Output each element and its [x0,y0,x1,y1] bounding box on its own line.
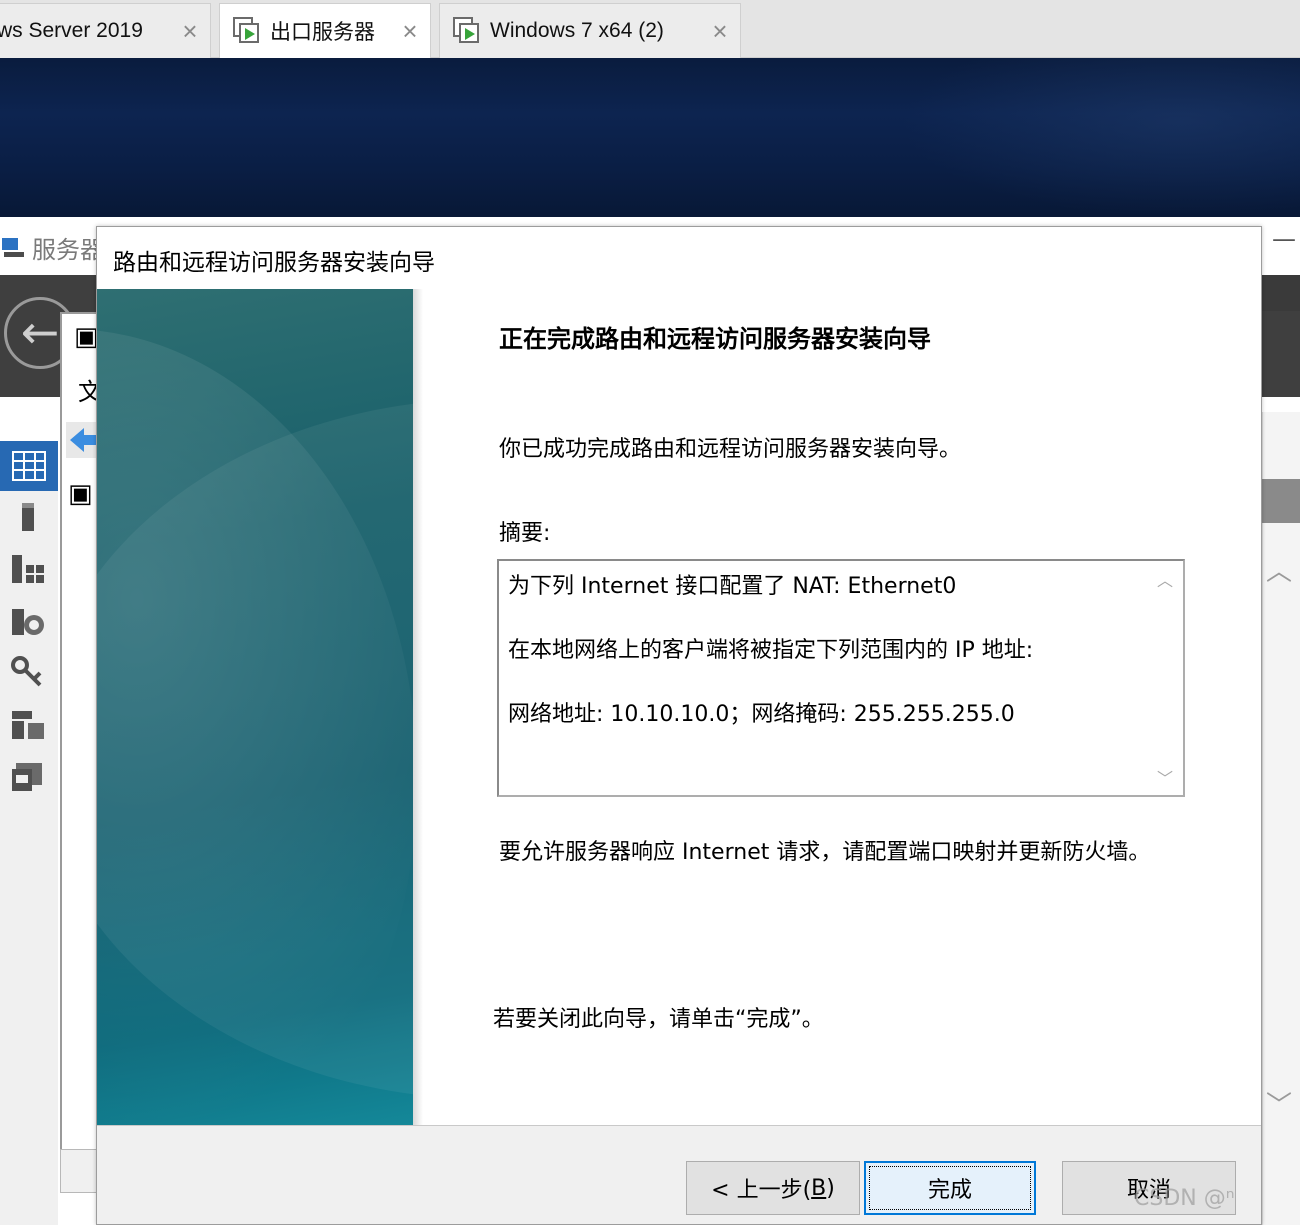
vm-running-icon [232,16,262,46]
back-button-suffix: ) [826,1175,835,1201]
header-edge [1262,275,1300,311]
server-manager-icon [0,234,26,260]
wizard-banner-image [97,289,413,1125]
summary-scrollbar[interactable]: ︿ ﹀ [1149,561,1183,795]
close-icon[interactable]: × [170,16,210,47]
file-services-icon[interactable] [10,603,46,639]
scroll-up-icon[interactable]: ︿ [1266,551,1292,588]
back-accesskey: B [811,1175,827,1201]
scroll-down-icon[interactable]: ﹀ [1266,1085,1292,1122]
close-hint: 若要关闭此向导，请单击“完成”。 [493,1007,824,1032]
csdn-watermark: CSDN @ⁿ [1134,1186,1235,1211]
console-back-arrow-icon[interactable] [66,422,100,458]
tab-windows-7-x64-2[interactable]: Windows 7 x64 (2) × [439,3,741,58]
finish-button-label: 完成 [927,1178,972,1203]
dashboard-grid-icon [12,451,46,481]
remote-access-icon[interactable] [10,707,46,743]
close-icon[interactable]: × [390,16,430,47]
tab-label: ws Server 2019 [0,19,143,42]
tab-exit-server[interactable]: 出口服务器 × [219,3,431,58]
sidebar-item-dashboard[interactable] [0,441,58,491]
summary-label: 摘要: [499,521,551,546]
wizard-titlebar: 路由和远程访问服务器安装向导 [97,227,1261,289]
summary-textbox[interactable]: 为下列 Internet 接口配置了 NAT: Ethernet0 在本地网络上… [497,559,1185,797]
wizard-heading: 正在完成路由和远程访问服务器安装向导 [499,325,931,353]
all-servers-icon[interactable] [10,551,46,587]
summary-nat-interface: 为下列 Internet 接口配置了 NAT: Ethernet0 [508,574,957,599]
close-icon[interactable]: × [700,16,740,47]
server-manager-title: 服务器 [32,235,104,264]
vm-running-icon [452,16,482,46]
console-node-icon: ▣ [74,322,99,352]
back-button[interactable]: < 上一步(B) [686,1161,860,1215]
finish-button[interactable]: 完成 [864,1161,1036,1215]
rras-setup-wizard-dialog: 路由和远程访问服务器安装向导 正在完成路由和远程访问服务器安装向导 你已成功完成… [96,226,1262,1225]
right-pane-header [1262,479,1300,523]
server-manager-titlebar: 服务器 [0,227,104,267]
tab-label: 出口服务器 [270,21,375,44]
tab-label: Windows 7 x64 (2) [490,19,664,42]
tab-windows-server-2019[interactable]: ws Server 2019 × [0,3,211,58]
tree-node-icon[interactable]: ▣ [68,479,93,509]
summary-network-address: 网络地址: 10.10.10.0；网络掩码: 255.255.255.0 [508,702,1015,727]
wizard-title: 路由和远程访问服务器安装向导 [113,250,435,276]
key-services-icon[interactable] [10,655,46,691]
console-statusbar [60,1149,100,1193]
port-mapping-note: 要允许服务器响应 Internet 请求，请配置端口映射并更新防火墙。 [499,840,1151,865]
server-manager-sidebar [0,441,58,1225]
scroll-down-icon[interactable]: ﹀ [1157,765,1173,789]
minimize-button[interactable]: — [1272,225,1296,253]
back-button-label: < 上一步( [711,1178,812,1203]
summary-ip-range-intro: 在本地网络上的客户端将被指定下列范围内的 IP 地址: [508,638,1034,663]
scroll-up-icon[interactable]: ︿ [1157,567,1173,591]
guest-desktop-background [0,58,1300,217]
routing-services-icon[interactable] [10,759,46,795]
success-message: 你已成功完成路由和远程访问服务器安装向导。 [499,437,962,462]
banner-divider [413,289,423,1125]
vm-tab-bar: ws Server 2019 × 出口服务器 × Windows 7 x64 (… [0,0,1300,58]
local-server-icon[interactable] [10,499,46,535]
